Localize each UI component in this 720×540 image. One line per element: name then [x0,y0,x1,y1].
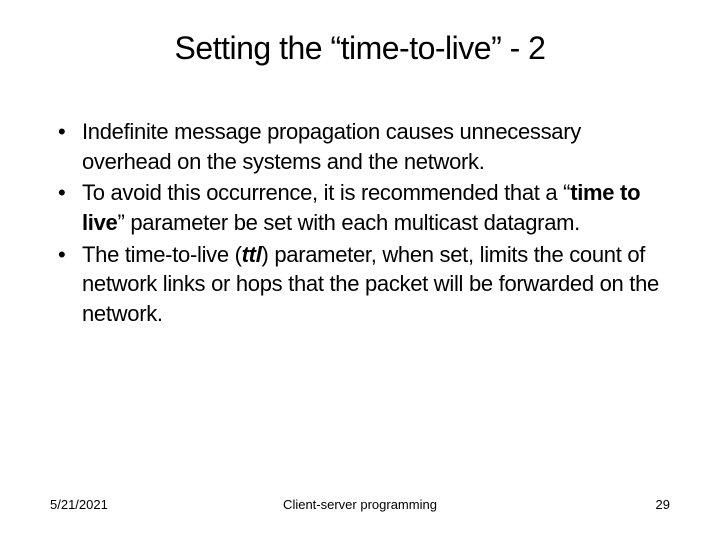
footer-title: Client-server programming [283,497,437,512]
bullet-dot-icon: • [58,178,82,208]
footer-date: 5/21/2021 [50,497,108,512]
bullet-dot-icon: • [58,117,82,147]
bullet-text: Indefinite message propagation causes un… [82,117,670,176]
slide: Setting the “time-to-live” - 2 • Indefin… [0,0,720,540]
bullet-item: • To avoid this occurrence, it is recomm… [58,178,670,237]
text-bold-italic: ttl [242,242,262,267]
text-run: To avoid this occurrence, it is recommen… [82,180,570,205]
text-run: Indefinite message propagation causes un… [82,119,581,174]
bullet-item: • Indefinite message propagation causes … [58,117,670,176]
footer-page-number: 29 [656,497,670,512]
bullet-text: The time-to-live (ttl) parameter, when s… [82,240,670,329]
bullet-item: • The time-to-live (ttl) parameter, when… [58,240,670,329]
text-run: The time-to-live ( [82,242,242,267]
bullet-text: To avoid this occurrence, it is recommen… [82,178,670,237]
text-run: ” parameter be set with each multicast d… [118,210,580,235]
slide-title: Setting the “time-to-live” - 2 [50,30,670,67]
bullet-dot-icon: • [58,240,82,270]
slide-body: • Indefinite message propagation causes … [50,117,670,329]
